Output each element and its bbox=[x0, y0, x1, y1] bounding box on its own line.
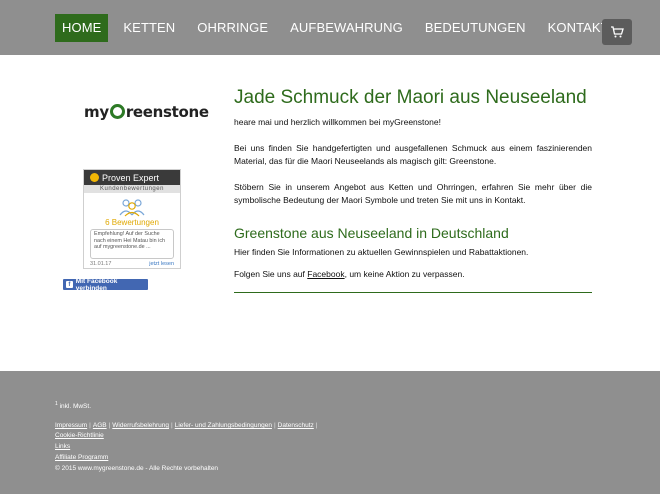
cart-button[interactable] bbox=[602, 19, 632, 45]
review-count: 6 Bewertungen bbox=[105, 218, 159, 227]
follow-prefix: Folgen Sie uns auf bbox=[234, 269, 308, 279]
facebook-connect-label: Mit Facebook verbinden bbox=[75, 277, 118, 292]
proven-expert-header: Proven Expert bbox=[84, 170, 180, 185]
people-icon bbox=[84, 197, 180, 217]
read-more-link[interactable]: jetzt lesen bbox=[149, 261, 174, 267]
footer-link-datenschutz[interactable]: Datenschutz bbox=[278, 422, 314, 429]
intro-paragraph: Bei uns finden Sie handgefertigten und a… bbox=[234, 142, 592, 167]
footnote: 1 inkl. MwSt. bbox=[55, 401, 320, 410]
shopping-cart-icon bbox=[611, 26, 624, 38]
footer-link-agb[interactable]: AGB bbox=[93, 422, 107, 429]
proven-expert-title: Proven Expert bbox=[102, 172, 160, 183]
review-quote: Empfehlung! Auf der Suche nach einem Hei… bbox=[90, 229, 174, 259]
copyright: © 2015 www.mygreenstone.de - Alle Rechte… bbox=[55, 465, 219, 473]
facebook-link[interactable]: Facebook bbox=[307, 269, 344, 279]
nav-ohrringe[interactable]: OHRRINGE bbox=[190, 14, 275, 42]
nav-home[interactable]: HOME bbox=[55, 14, 109, 42]
site-logo[interactable]: my reenstone bbox=[84, 99, 209, 125]
follow-paragraph: Folgen Sie uns auf Facebook, um keine Ak… bbox=[234, 268, 592, 282]
info-paragraph: Hier finden Sie Informationen zu aktuell… bbox=[234, 246, 529, 257]
nav-bedeutungen[interactable]: BEDEUTUNGEN bbox=[418, 14, 533, 42]
facebook-connect-button[interactable]: f Mit Facebook verbinden bbox=[63, 277, 148, 292]
greeting-text: heare mai und herzlich willkommen bei my… bbox=[234, 117, 441, 127]
logo-suffix: reenstone bbox=[125, 103, 209, 121]
proven-expert-logo-icon bbox=[90, 173, 99, 182]
proven-expert-widget[interactable]: Proven Expert Kundenbewertungen 6 Bewert… bbox=[83, 169, 181, 269]
content-area: my reenstone Proven Expert Kundenbewertu… bbox=[0, 55, 660, 371]
proven-expert-subtitle: Kundenbewertungen bbox=[84, 185, 180, 193]
top-navigation-bar: HOME KETTEN OHRRINGE AUFBEWAHRUNG BEDEUT… bbox=[0, 0, 660, 55]
review-date: 31.01.17 bbox=[90, 261, 112, 267]
logo-g-ring-icon bbox=[109, 103, 125, 119]
footer-link-affiliate[interactable]: Affiliate Programm bbox=[55, 454, 108, 461]
main-nav: HOME KETTEN OHRRINGE AUFBEWAHRUNG BEDEUT… bbox=[55, 14, 624, 42]
divider bbox=[234, 291, 592, 293]
footer-link-links[interactable]: Links bbox=[55, 443, 70, 450]
footer-link-impressum[interactable]: Impressum bbox=[55, 422, 87, 429]
review-footer: 31.01.17 jetzt lesen bbox=[90, 261, 174, 267]
follow-suffix: , um keine Aktion zu verpassen. bbox=[344, 269, 465, 279]
facebook-icon: f bbox=[66, 281, 73, 288]
footer-link-widerruf[interactable]: Widerrufsbelehrung bbox=[112, 422, 169, 429]
page-title: Jade Schmuck der Maori aus Neuseeland bbox=[234, 87, 587, 108]
footer-link-cookie[interactable]: Cookie-Richtlinie bbox=[55, 432, 104, 439]
nav-ketten[interactable]: KETTEN bbox=[116, 14, 182, 42]
site-footer: 1 inkl. MwSt. Impressum | AGB | Widerrufsb… bbox=[55, 401, 320, 473]
footer-link-liefer[interactable]: Liefer- und Zahlungsbedingungen bbox=[175, 422, 272, 429]
main-article: Jade Schmuck der Maori aus Neuseeland he… bbox=[234, 87, 592, 293]
section-title: Greenstone aus Neuseeland in Deutschland bbox=[234, 224, 509, 241]
nav-aufbewahrung[interactable]: AUFBEWAHRUNG bbox=[283, 14, 410, 42]
browse-paragraph: Stöbern Sie in unserem Angebot aus Kette… bbox=[234, 181, 592, 206]
logo-prefix: my bbox=[84, 103, 109, 121]
footnote-text: inkl. MwSt. bbox=[57, 403, 92, 411]
footer-links-row: Impressum | AGB | Widerrufsbelehrung | Lief… bbox=[55, 422, 318, 430]
